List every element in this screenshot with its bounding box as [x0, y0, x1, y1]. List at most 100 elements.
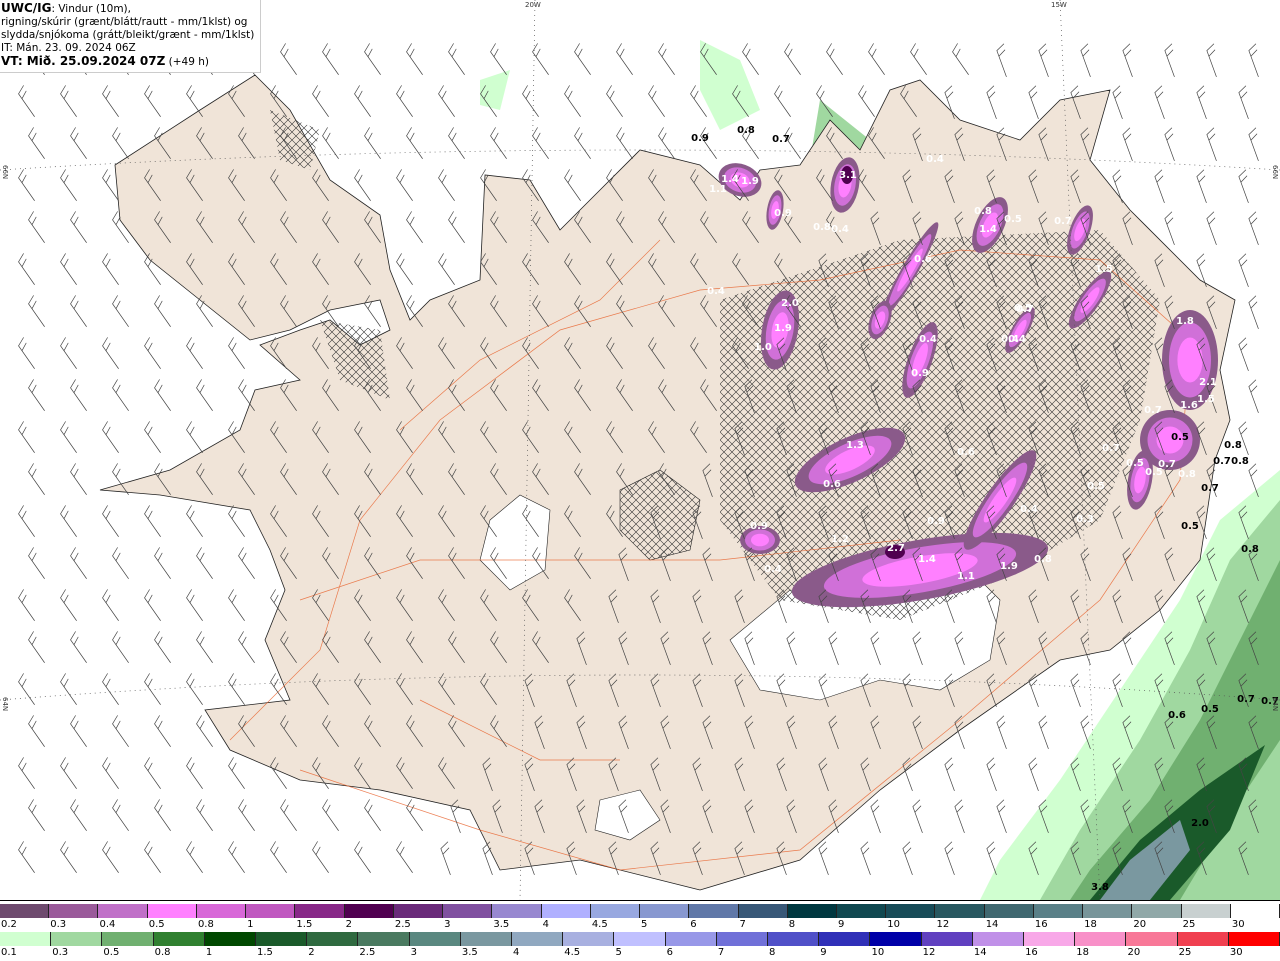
snow-value-label: 0.5 [1145, 467, 1163, 478]
snow-legend-label: 8 [788, 919, 796, 930]
rain-legend-label: 3.5 [461, 947, 478, 958]
title-line2: rigning/skúrir (grænt/blátt/rautt - mm/1… [1, 16, 248, 28]
rain-value-label: 0.7 [1201, 483, 1219, 494]
rain-legend-label: 0.3 [52, 947, 69, 958]
rain-legend-swatch [768, 932, 820, 946]
rain-legend-label: 3 [410, 947, 417, 958]
snow-value-label: 0.9 [750, 521, 768, 532]
rain-legend-swatch [460, 932, 513, 946]
snow-legend-label: 7 [739, 919, 746, 930]
valid-time: VT: Mið. 25.09.2024 07Z [1, 54, 166, 68]
snow-legend-label: 2 [345, 919, 353, 930]
snow-legend-label: 18 [1084, 919, 1097, 930]
lat-label-66n-left: 66N [1, 165, 9, 180]
rain-legend-swatch [614, 932, 666, 946]
snow-legend-label: 0.5 [148, 919, 165, 930]
snow-value-label: 1.9 [774, 323, 792, 334]
rain-legend-label: 0.5 [103, 947, 120, 958]
snow-value-label: 1.3 [846, 440, 864, 451]
snow-value-label: 1.2 [831, 534, 849, 545]
snow-legend-label: 30 [1231, 919, 1245, 930]
lat-label-64n-right: 64N [1271, 697, 1279, 712]
snow-value-label: 0.4 [926, 154, 944, 165]
snow-legend-label: 6 [690, 919, 697, 930]
snow-legend-label: 12 [936, 919, 950, 930]
color-legend: 0.2 0.3 0.4 0.5 0.8 1 1.5 2 2.5 3 3.5 4 4.5 5 6 7 8 9 10 12… [0, 900, 1280, 961]
snow-value-label: 1.0 [754, 342, 772, 353]
rain-legend-swatch [1126, 932, 1178, 946]
snow-legend-label: 20 [1133, 919, 1147, 930]
rain-legend-swatch [563, 932, 615, 946]
rain-value-label: 0.5 [1171, 432, 1189, 443]
snow-legend-swatch [196, 904, 247, 918]
snow-value-label: 1.8 [1176, 316, 1194, 327]
snow-legend-label: 1 [247, 919, 254, 930]
snow-value-label: 1.4 [979, 224, 997, 235]
model-name: UWC/IG [1, 1, 52, 15]
snow-legend-label: 5 [641, 919, 648, 930]
snow-value-label: 0.9 [927, 516, 945, 527]
snow-legend-swatch [836, 904, 887, 918]
snow-value-label: 1.9 [1000, 561, 1018, 572]
snow-value-label: 0.6 [823, 479, 841, 490]
rain-colorbar [0, 932, 1280, 946]
snow-blob [1177, 337, 1203, 383]
rain-legend-label: 5 [615, 947, 622, 958]
rain-legend-swatch [1228, 932, 1280, 946]
rain-legend-label: 4 [513, 947, 520, 958]
rain-legend-swatch [102, 932, 154, 946]
rain-value-label: 0.7 [772, 134, 790, 145]
snow-value-label: 0.9 [911, 368, 929, 379]
snow-legend-swatch [1132, 904, 1182, 918]
snow-legend-label: 25 [1182, 919, 1196, 930]
snow-legend-swatch [984, 904, 1034, 918]
snow-legend-swatch [787, 904, 837, 918]
snow-legend-swatch [98, 904, 148, 918]
snow-value-label: 0.4 [707, 286, 725, 297]
snow-legend-label: 3 [444, 919, 451, 930]
rain-legend-swatch [51, 932, 103, 946]
rain-colorbar-labels: 0.1 0.3 0.5 0.8 1 1.5 2 2.5 3 3.5 4 4.5 5 6 7 8 9 10 12 14 1… [0, 947, 1280, 958]
snow-legend-swatch [393, 904, 444, 918]
snow-legend-swatch [1083, 904, 1133, 918]
rain-legend-label: 1.5 [257, 947, 273, 958]
snow-legend-swatch [886, 904, 936, 918]
rain-value-label: 0.8 [1241, 544, 1259, 555]
rain-legend-label: 1 [205, 947, 213, 958]
rain-legend-swatch [153, 932, 205, 946]
rain-legend-label: 4.5 [564, 947, 581, 958]
snow-value-label: 0.9 [774, 208, 792, 219]
snow-legend-swatch [640, 904, 690, 918]
rain-value-label: 0.7 [1213, 456, 1231, 467]
rain-legend-label: 18 [1076, 947, 1089, 958]
lead-time: (+49 h) [165, 56, 210, 68]
snow-value-label: 0.5 [1004, 214, 1022, 225]
rain-legend-swatch [307, 932, 359, 946]
snow-value-label: 0.7 [1054, 216, 1072, 227]
rain-legend-label: 0.8 [154, 947, 171, 958]
rain-legend-label: 10 [871, 947, 885, 958]
snow-value-label: 3.1 [839, 170, 857, 181]
rain-value-label: 0.6 [1168, 710, 1186, 721]
lat-label-66n-right: 66N [1271, 165, 1279, 180]
snow-legend-label: 9 [837, 919, 845, 930]
snow-value-label: 1.9 [741, 176, 759, 187]
snow-legend-swatch [1033, 904, 1084, 918]
snow-value-label: 1.5 [1197, 394, 1215, 405]
rain-legend-label: 2.5 [359, 947, 376, 958]
snow-value-label: 0.6 [914, 254, 932, 265]
snow-legend-swatch [541, 904, 591, 918]
lon-label-20w: 20W [525, 1, 541, 9]
snow-value-label: 0.8 [1034, 554, 1052, 565]
snow-legend-label: 0.2 [1, 919, 17, 930]
snow-legend-swatch [246, 904, 296, 918]
rain-legend-swatch [870, 932, 922, 946]
snow-legend-swatch [492, 904, 542, 918]
snow-legend-label: 1.5 [296, 919, 313, 930]
snow-legend-label: 16 [1034, 919, 1048, 930]
rain-value-label: 0.7 [1237, 694, 1255, 705]
snow-colorbar [0, 904, 1280, 918]
snow-value-label: 2.0 [781, 298, 799, 309]
snow-legend-swatch [49, 904, 99, 918]
snow-legend-swatch [344, 904, 394, 918]
